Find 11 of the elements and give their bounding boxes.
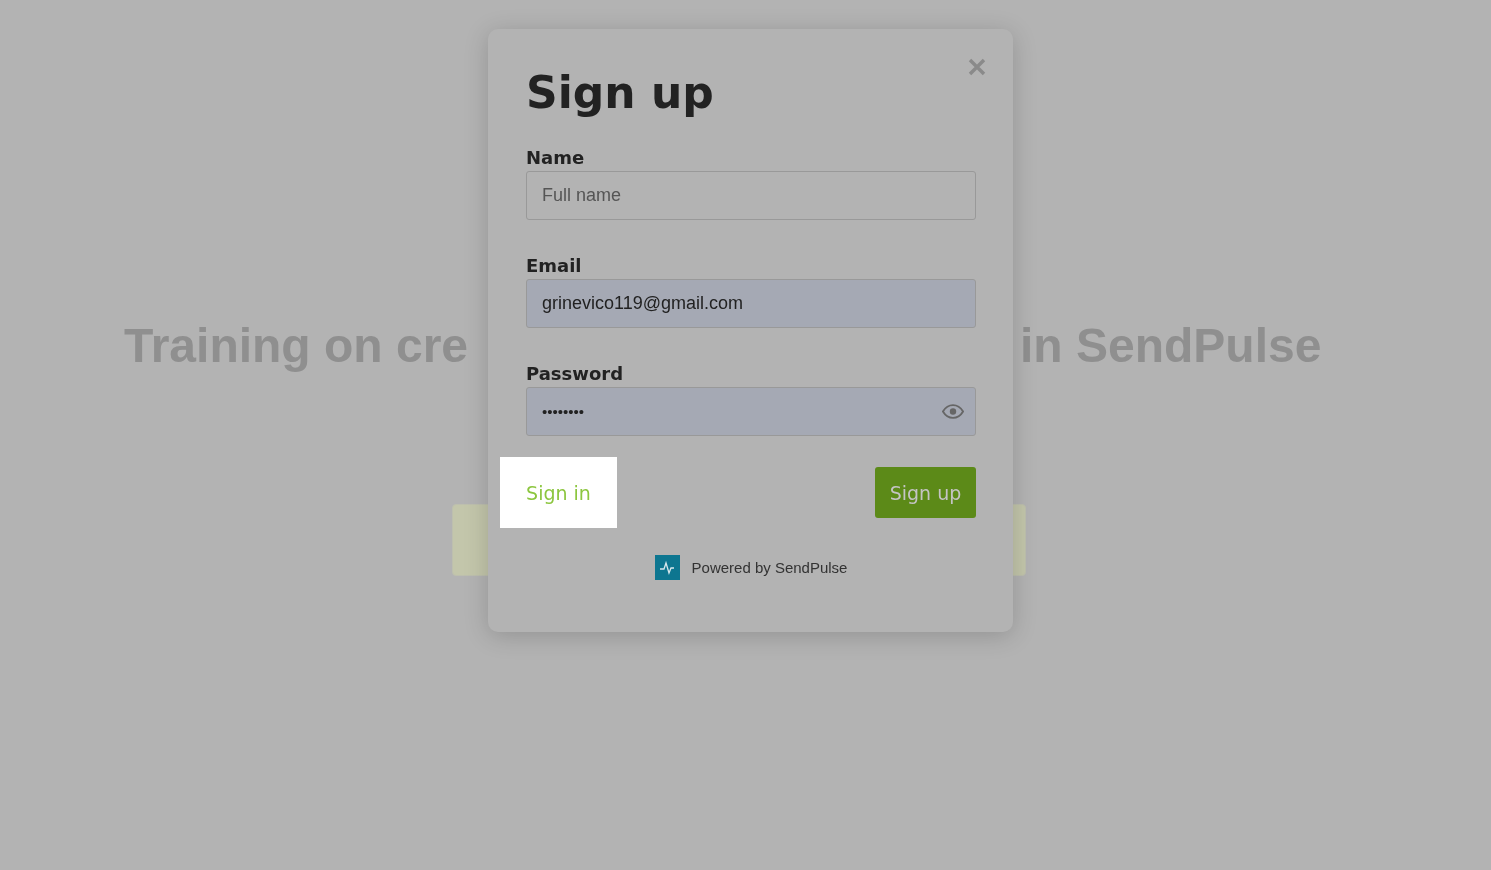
field-label: Email bbox=[526, 255, 583, 276]
close-icon[interactable] bbox=[967, 57, 987, 77]
field-label: Password bbox=[526, 363, 625, 384]
dialog-title: Sign up bbox=[526, 66, 715, 120]
eye-icon[interactable] bbox=[942, 404, 964, 419]
pulse-logo-icon bbox=[654, 555, 680, 580]
powered-by-text: Powered by SendPulse bbox=[691, 559, 848, 576]
name-field[interactable]: Full name bbox=[526, 171, 976, 220]
password-field[interactable]: •••••••• bbox=[526, 387, 976, 436]
field-label: Name bbox=[526, 147, 586, 168]
email-field[interactable]: grinevico119@gmail.com bbox=[526, 279, 976, 328]
